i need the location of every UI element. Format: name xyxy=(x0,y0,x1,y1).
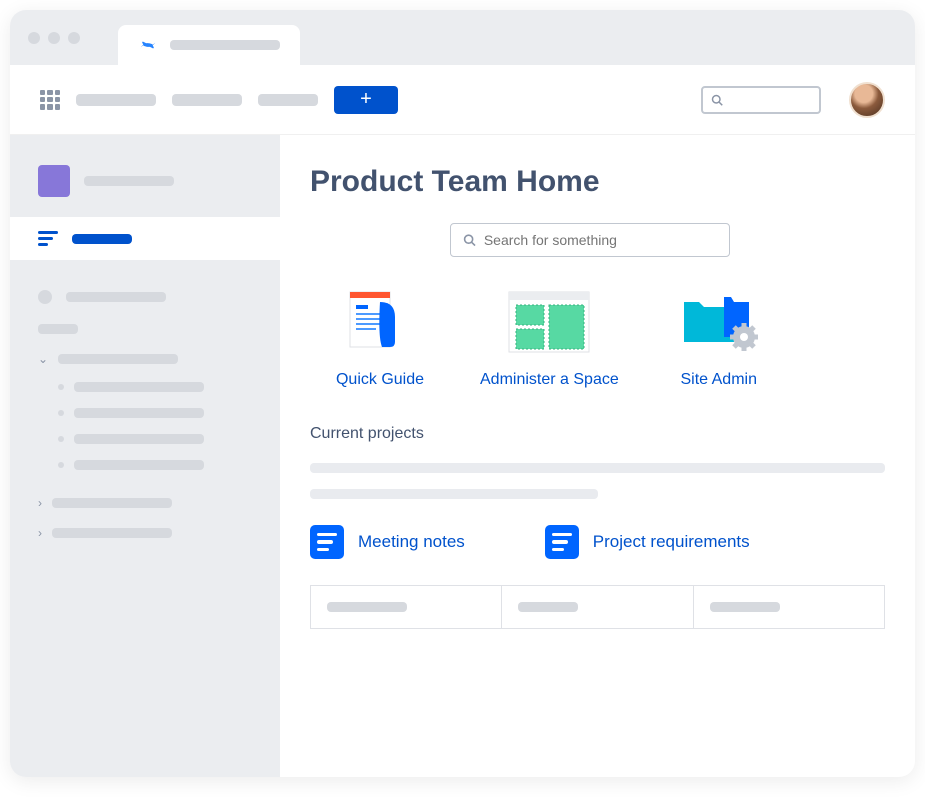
sidebar: ⌄ › › xyxy=(10,135,280,777)
tree-item[interactable] xyxy=(10,400,280,426)
page-search-input[interactable] xyxy=(484,232,717,248)
browser-titlebar xyxy=(10,10,915,65)
folder-gear-icon xyxy=(669,287,769,357)
space-header[interactable] xyxy=(10,155,280,207)
tree-item[interactable] xyxy=(10,374,280,400)
table-cell xyxy=(311,586,502,628)
layout-icon xyxy=(499,287,599,357)
nav-item-placeholder[interactable] xyxy=(258,94,318,106)
page-title: Product Team Home xyxy=(310,165,885,199)
space-icon xyxy=(38,165,70,197)
browser-tab[interactable] xyxy=(118,25,300,65)
card-label: Site Admin xyxy=(680,371,756,389)
window-control-dot[interactable] xyxy=(68,32,80,44)
nav-item-placeholder[interactable] xyxy=(76,94,156,106)
tree-item[interactable]: › xyxy=(10,488,280,518)
section-heading-projects: Current projects xyxy=(310,425,885,443)
user-avatar[interactable] xyxy=(849,82,885,118)
tree-item[interactable] xyxy=(10,426,280,452)
create-button[interactable]: + xyxy=(334,86,398,114)
content-placeholder xyxy=(310,463,885,473)
window-control-dot[interactable] xyxy=(28,32,40,44)
link-meeting-notes[interactable]: Meeting notes xyxy=(310,525,465,559)
sidebar-item[interactable] xyxy=(10,280,280,314)
search-icon xyxy=(711,94,723,106)
card-label: Quick Guide xyxy=(336,371,424,389)
sidebar-label-placeholder xyxy=(72,234,132,244)
card-site-admin[interactable]: Site Admin xyxy=(669,287,769,389)
quick-links-row: Quick Guide Administer a Space Site Admi… xyxy=(310,287,885,389)
page-icon xyxy=(545,525,579,559)
search-icon xyxy=(463,233,476,247)
overview-icon xyxy=(38,231,58,246)
main-content: Product Team Home Quick Guide Administer… xyxy=(280,135,915,777)
content-placeholder xyxy=(310,489,598,499)
sidebar-item-active[interactable] xyxy=(10,217,280,260)
app-switcher-icon[interactable] xyxy=(40,90,60,110)
space-name-placeholder xyxy=(84,176,174,186)
page-links-row: Meeting notes Project requirements xyxy=(310,525,885,559)
tree-item[interactable] xyxy=(10,452,280,478)
window-control-dot[interactable] xyxy=(48,32,60,44)
card-administer-space[interactable]: Administer a Space xyxy=(480,287,619,389)
chevron-down-icon: ⌄ xyxy=(38,352,48,366)
content-table xyxy=(310,585,885,629)
tree-item[interactable]: ⌄ xyxy=(10,344,280,374)
link-project-requirements[interactable]: Project requirements xyxy=(545,525,750,559)
document-icon xyxy=(330,287,430,357)
chevron-right-icon: › xyxy=(38,496,42,510)
card-label: Administer a Space xyxy=(480,371,619,389)
sidebar-item[interactable] xyxy=(10,314,280,344)
page-icon xyxy=(310,525,344,559)
link-label: Project requirements xyxy=(593,532,750,552)
chevron-right-icon: › xyxy=(38,526,42,540)
app-body: ⌄ › › xyxy=(10,135,915,777)
tab-title-placeholder xyxy=(170,40,280,50)
card-quick-guide[interactable]: Quick Guide xyxy=(330,287,430,389)
app-window: + xyxy=(10,10,915,777)
tree-item[interactable]: › xyxy=(10,518,280,548)
table-cell xyxy=(694,586,884,628)
nav-item-placeholder[interactable] xyxy=(172,94,242,106)
page-search[interactable] xyxy=(450,223,730,257)
table-cell xyxy=(502,586,693,628)
confluence-icon xyxy=(138,35,158,55)
link-label: Meeting notes xyxy=(358,532,465,552)
global-search[interactable] xyxy=(701,86,821,114)
top-navigation: + xyxy=(10,65,915,135)
